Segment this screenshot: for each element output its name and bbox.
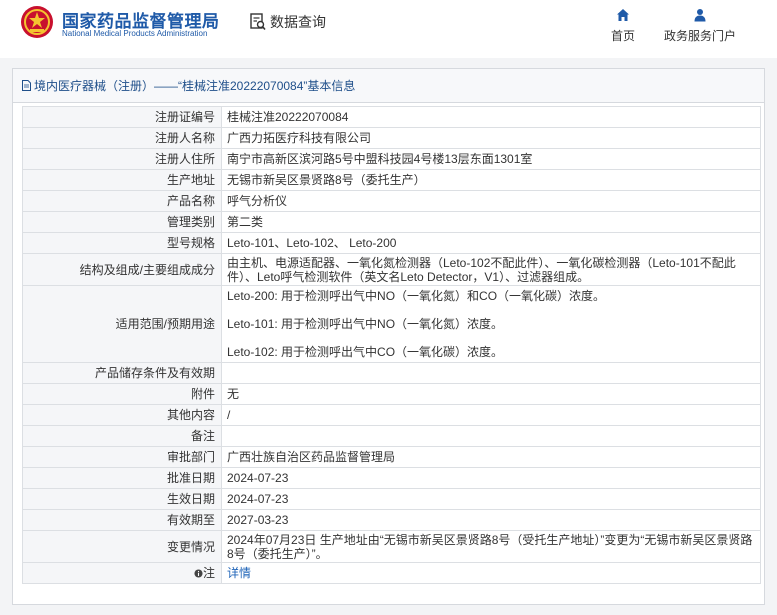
field-value: 2024-07-23 bbox=[221, 467, 761, 489]
usage-line: Leto-200: 用于检测呼出气中NO（一氧化氮）和CO（一氧化碳）浓度。 bbox=[227, 289, 606, 303]
details-link[interactable]: 详情 bbox=[227, 566, 251, 580]
field-label: 批准日期 bbox=[22, 467, 222, 489]
panel-title-bar: 境内医疗器械（注册）——“桂械注准20222070084”基本信息 bbox=[13, 69, 764, 103]
user-icon bbox=[694, 9, 706, 22]
field-label: 审批部门 bbox=[22, 446, 222, 468]
table-row: 有效期至 2027-03-23 bbox=[22, 509, 761, 531]
nav-home[interactable]: 首页 bbox=[611, 8, 635, 44]
field-label: 生效日期 bbox=[22, 488, 222, 510]
field-value: 无锡市新吴区景贤路8号（委托生产） bbox=[221, 169, 761, 191]
field-label: 变更情况 bbox=[22, 530, 222, 563]
field-value bbox=[221, 362, 761, 384]
field-value: 由主机、电源适配器、一氧化氮检测器（Leto-102不配此件）、一氧化碳检测器（… bbox=[221, 253, 761, 286]
field-label: 其他内容 bbox=[22, 404, 222, 426]
table-row: 备注 bbox=[22, 425, 761, 447]
table-row: 生效日期 2024-07-23 bbox=[22, 488, 761, 510]
field-value: / bbox=[221, 404, 761, 426]
detail-panel: 境内医疗器械（注册）——“桂械注准20222070084”基本信息 注册证编号 … bbox=[12, 68, 765, 605]
table-row: 注册人住所 南宁市高新区滨河路5号中盟科技园4号楼13层东面1301室 bbox=[22, 148, 761, 170]
table-row: 批准日期 2024-07-23 bbox=[22, 467, 761, 489]
field-value: 南宁市高新区滨河路5号中盟科技园4号楼13层东面1301室 bbox=[221, 148, 761, 170]
document-search-icon bbox=[250, 13, 266, 31]
nav-portal-label: 政务服务门户 bbox=[664, 29, 737, 43]
field-label: 生产地址 bbox=[22, 169, 222, 191]
registration-info-table: 注册证编号 桂械注准20222070084 注册人名称 广西力拓医疗科技有限公司… bbox=[22, 106, 761, 584]
table-row: 结构及组成/主要组成成分 由主机、电源适配器、一氧化氮检测器（Leto-102不… bbox=[22, 253, 761, 286]
field-value bbox=[221, 425, 761, 447]
field-value: 桂械注准20222070084 bbox=[221, 106, 761, 128]
table-row: 审批部门 广西壮族自治区药品监督管理局 bbox=[22, 446, 761, 468]
field-label: 注册证编号 bbox=[22, 106, 222, 128]
panel-title: 境内医疗器械（注册）——“桂械注准20222070084”基本信息 bbox=[34, 78, 356, 93]
field-value: 2024年07月23日 生产地址由“无锡市新吴区景贤路8号（受托生产地址）”变更… bbox=[221, 530, 761, 563]
table-row: 适用范围/预期用途 Leto-200: 用于检测呼出气中NO（一氧化氮）和CO（… bbox=[22, 285, 761, 363]
field-label: 注册人名称 bbox=[22, 127, 222, 149]
field-label: 型号规格 bbox=[22, 232, 222, 254]
field-value: 广西壮族自治区药品监督管理局 bbox=[221, 446, 761, 468]
national-emblem-icon[interactable] bbox=[20, 5, 54, 39]
table-row: 产品储存条件及有效期 bbox=[22, 362, 761, 384]
table-row: 注 详情 bbox=[22, 562, 761, 584]
usage-line: Leto-101: 用于检测呼出气中NO（一氧化氮）浓度。 bbox=[227, 317, 504, 331]
info-icon bbox=[194, 569, 203, 578]
field-label: 结构及组成/主要组成成分 bbox=[22, 253, 222, 286]
field-label: 注册人住所 bbox=[22, 148, 222, 170]
table-row: 其他内容 / bbox=[22, 404, 761, 426]
nav-home-label: 首页 bbox=[611, 29, 636, 43]
field-label: 适用范围/预期用途 bbox=[22, 285, 222, 363]
home-icon bbox=[617, 9, 629, 21]
usage-line: Leto-102: 用于检测呼出气中CO（一氧化碳）浓度。 bbox=[227, 345, 504, 359]
table-row: 注册证编号 桂械注准20222070084 bbox=[22, 106, 761, 128]
data-query-label: 数据查询 bbox=[270, 14, 326, 30]
table-row: 产品名称 呼气分析仪 bbox=[22, 190, 761, 212]
site-header: 国家药品监督管理局 National Medical Products Admi… bbox=[0, 0, 777, 58]
field-value: 2027-03-23 bbox=[221, 509, 761, 531]
field-value: Leto-101、Leto-102、 Leto-200 bbox=[221, 232, 761, 254]
field-value: Leto-200: 用于检测呼出气中NO（一氧化氮）和CO（一氧化碳）浓度。 L… bbox=[221, 285, 761, 363]
document-icon bbox=[22, 80, 31, 91]
data-query-link[interactable]: 数据查询 bbox=[250, 12, 326, 32]
field-label: 产品储存条件及有效期 bbox=[22, 362, 222, 384]
field-label: 产品名称 bbox=[22, 190, 222, 212]
note-label: 注 bbox=[202, 566, 215, 580]
field-label: 附件 bbox=[22, 383, 222, 405]
field-label: 管理类别 bbox=[22, 211, 222, 233]
table-row: 注册人名称 广西力拓医疗科技有限公司 bbox=[22, 127, 761, 149]
field-value: 呼气分析仪 bbox=[221, 190, 761, 212]
field-value: 第二类 bbox=[221, 211, 761, 233]
field-value: 2024-07-23 bbox=[221, 488, 761, 510]
field-label: 备注 bbox=[22, 425, 222, 447]
table-row: 变更情况 2024年07月23日 生产地址由“无锡市新吴区景贤路8号（受托生产地… bbox=[22, 530, 761, 563]
table-row: 管理类别 第二类 bbox=[22, 211, 761, 233]
field-value: 详情 bbox=[221, 562, 761, 584]
note-label-cell: 注 bbox=[22, 562, 222, 584]
table-row: 型号规格 Leto-101、Leto-102、 Leto-200 bbox=[22, 232, 761, 254]
nav-service-portal[interactable]: 政务服务门户 bbox=[664, 8, 736, 44]
field-value: 无 bbox=[221, 383, 761, 405]
table-row: 生产地址 无锡市新吴区景贤路8号（委托生产） bbox=[22, 169, 761, 191]
site-title-en: National Medical Products Administration bbox=[62, 29, 208, 38]
field-label: 有效期至 bbox=[22, 509, 222, 531]
field-value: 广西力拓医疗科技有限公司 bbox=[221, 127, 761, 149]
table-row: 附件 无 bbox=[22, 383, 761, 405]
